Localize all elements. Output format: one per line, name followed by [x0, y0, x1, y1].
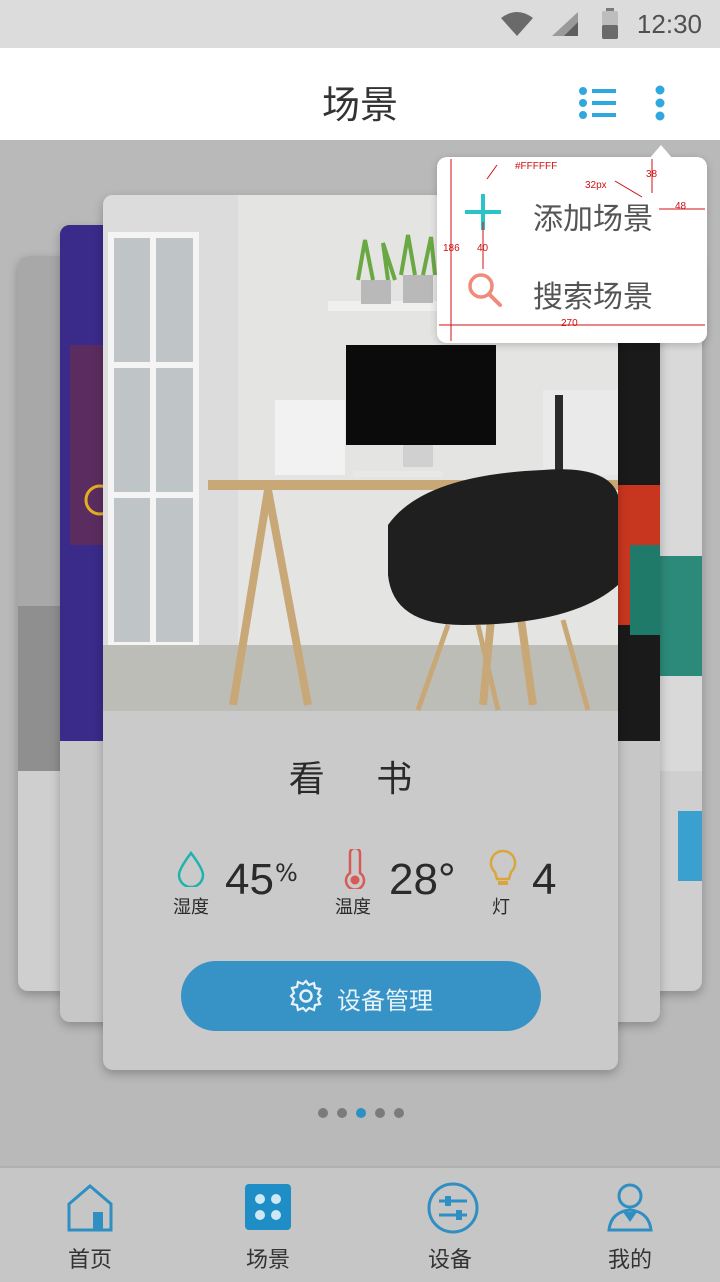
nav-label: 设备 [427, 1248, 472, 1273]
humidity-stat: 湿度 45 % [173, 845, 303, 925]
page-dot-active[interactable] [356, 1108, 366, 1118]
thermometer-icon [344, 849, 366, 889]
annotation-right-gap: 48 [675, 201, 687, 212]
annotation-width: 270 [561, 318, 578, 329]
scene-name: 看 书 [288, 759, 433, 800]
app-bar: 场景 [0, 48, 720, 140]
bottom-nav: 首页 场景 设备 我的 [0, 1166, 720, 1282]
bulb-icon [489, 849, 517, 885]
user-icon [607, 1183, 653, 1232]
temperature-stat: 温度 28° [335, 845, 465, 925]
sliders-icon [427, 1182, 479, 1234]
nav-item-devices[interactable]: 设备 [360, 1168, 540, 1282]
humidity-unit: % [275, 859, 298, 887]
device-management-button[interactable]: 设备管理 [181, 961, 541, 1031]
more-vert-icon[interactable] [650, 84, 670, 122]
wifi-icon [501, 12, 533, 36]
annotation-color: #FFFFFF [515, 161, 558, 172]
page-dot[interactable] [394, 1108, 404, 1118]
light-value: 4 [532, 855, 557, 904]
signal-icon [552, 12, 578, 36]
nav-label: 我的 [607, 1248, 652, 1273]
humidity-label: 湿度 [173, 897, 209, 918]
page-dot[interactable] [337, 1108, 347, 1118]
popup-menu: 添加场景 搜索场景 #FFFFFF 32px 38 48 186 40 270 [437, 145, 707, 343]
light-label: 灯 [492, 897, 510, 918]
nav-item-home[interactable]: 首页 [0, 1168, 180, 1282]
status-bar: 12:30 [0, 0, 720, 48]
water-drop-icon [177, 851, 205, 887]
scene-grid-icon [245, 1184, 291, 1230]
temperature-value: 28° [389, 855, 456, 904]
temperature-label: 温度 [335, 897, 371, 918]
nav-item-scene[interactable]: 场景 [178, 1168, 358, 1282]
annotation-corner: 32px [585, 180, 607, 191]
page-dot[interactable] [318, 1108, 328, 1118]
annotation-icon-gap: 40 [477, 243, 489, 254]
light-stat: 灯 4 [488, 845, 578, 925]
annotation-top-gap: 38 [646, 169, 658, 180]
home-icon [67, 1184, 113, 1232]
status-time: 12:30 [636, 9, 702, 39]
humidity-value: 45 [225, 855, 274, 904]
list-icon[interactable] [578, 86, 618, 120]
gear-icon [289, 979, 323, 1013]
nav-label: 首页 [67, 1248, 112, 1273]
page-indicator [318, 1108, 404, 1118]
nav-label: 场景 [245, 1248, 290, 1273]
device-management-label: 设备管理 [337, 987, 433, 1015]
page-dot[interactable] [375, 1108, 385, 1118]
battery-icon [602, 8, 618, 39]
nav-item-me[interactable]: 我的 [540, 1168, 720, 1282]
annotation-height: 186 [443, 243, 460, 254]
